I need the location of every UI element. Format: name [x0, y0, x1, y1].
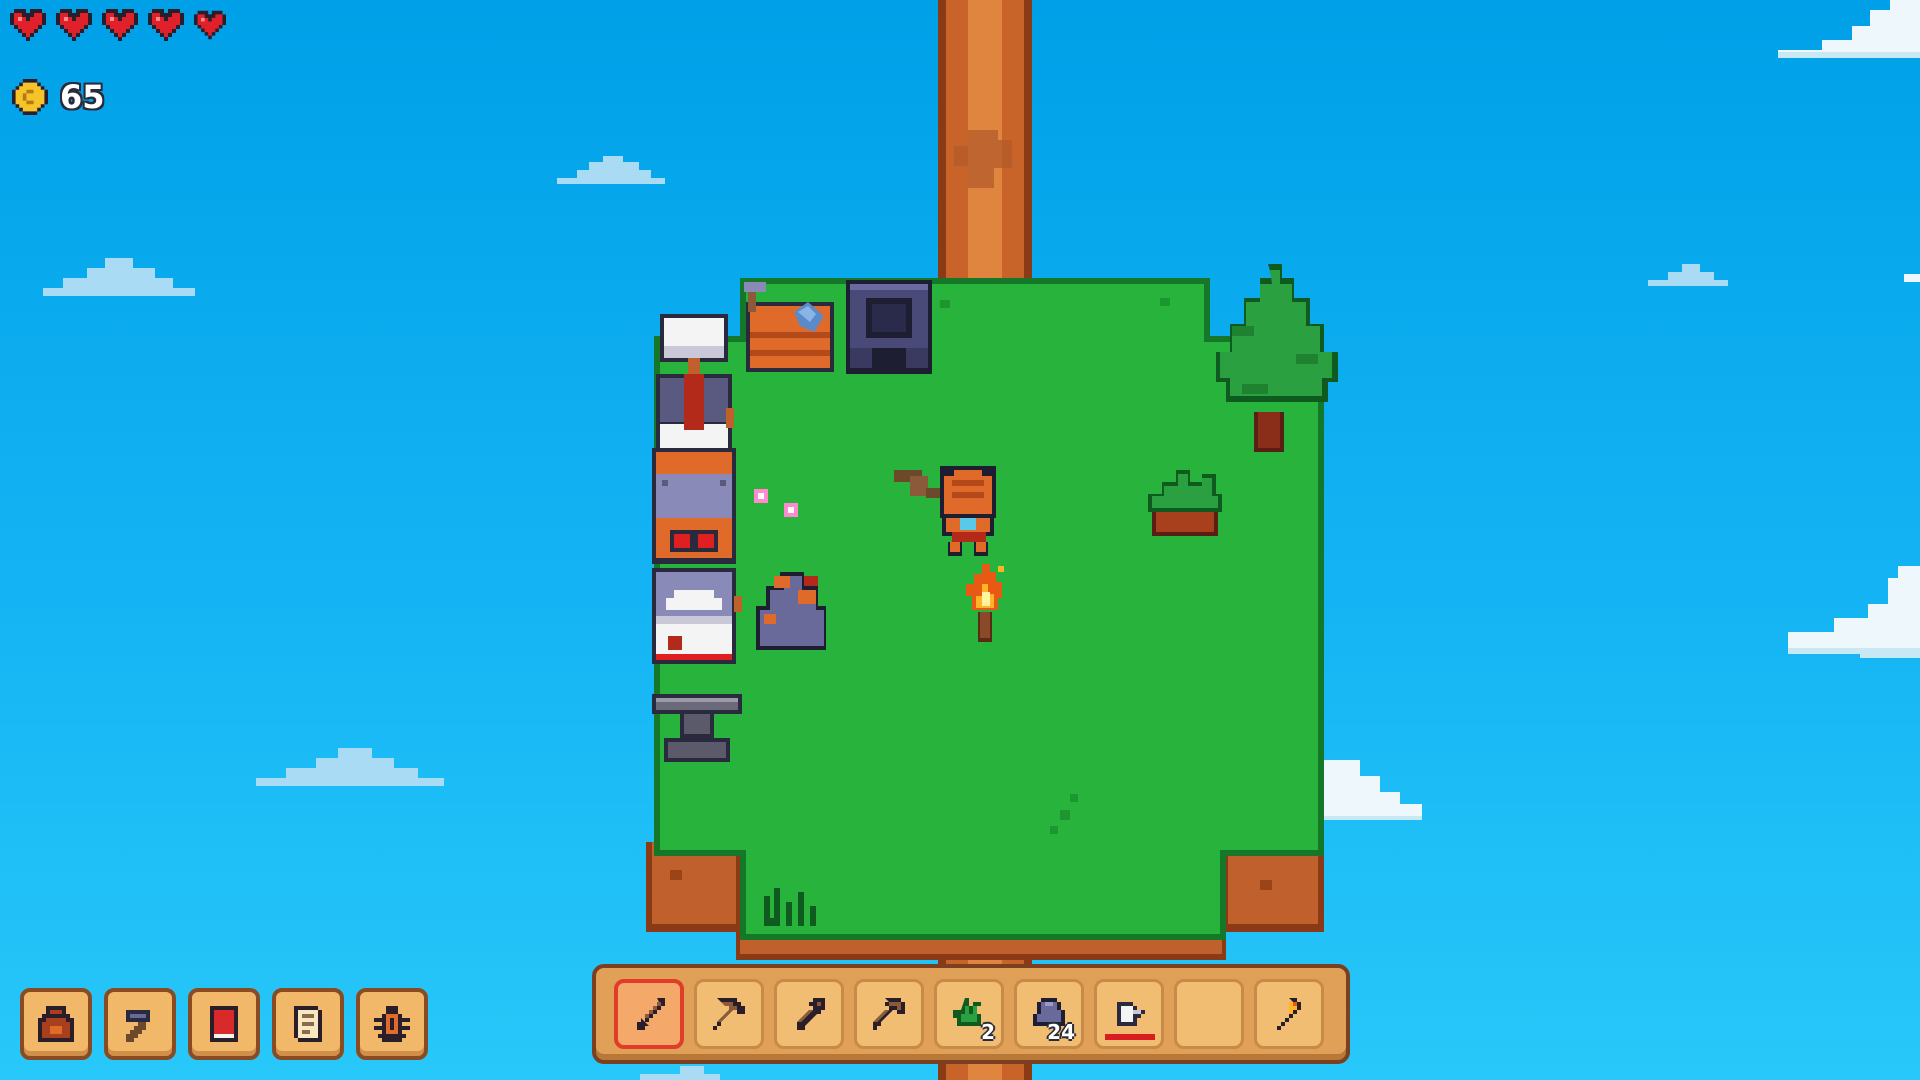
pine-tree[interactable] — [1212, 262, 1338, 454]
menu-bar — [20, 988, 428, 1060]
torch-icon — [1277, 998, 1301, 1030]
hammer-icon — [126, 1010, 150, 1042]
pickaxe-icon — [713, 998, 745, 1030]
heart-icon — [10, 9, 46, 41]
hotbar-slot-seeds[interactable]: 2 — [934, 979, 1004, 1049]
heart-icon — [148, 9, 184, 41]
furnace[interactable] — [648, 446, 740, 566]
cloud — [1904, 274, 1920, 282]
anvil[interactable] — [650, 690, 744, 766]
flowers — [754, 489, 798, 517]
cloud — [1318, 760, 1422, 820]
heart-icon — [194, 10, 226, 40]
health-bar — [10, 8, 226, 42]
hotbar-slot-pickaxe[interactable] — [694, 979, 764, 1049]
slot-count: 24 — [1047, 1020, 1075, 1044]
hotbar-slot-watering-can[interactable] — [1094, 979, 1164, 1049]
cloud — [234, 748, 444, 786]
cloud — [1648, 264, 1728, 286]
cloud — [25, 258, 195, 296]
hotbar-slot-axe[interactable] — [854, 979, 924, 1049]
coin-icon — [12, 79, 48, 115]
hotbar-slot-sword[interactable] — [614, 979, 684, 1049]
book-button[interactable] — [188, 988, 260, 1060]
axe-icon — [873, 998, 905, 1030]
grass-tuft — [764, 888, 816, 926]
hotbar-slot-empty[interactable] — [1174, 979, 1244, 1049]
giant-tree-trunk — [938, 0, 1032, 290]
backpack-icon — [38, 1006, 74, 1042]
iron-ore-rock[interactable] — [748, 566, 832, 656]
heart-icon — [102, 9, 138, 41]
shovel-icon — [797, 998, 825, 1030]
workbench[interactable] — [742, 282, 838, 374]
hotbar-slot-torch[interactable] — [1254, 979, 1324, 1049]
scroll-icon — [294, 1006, 322, 1042]
berry-bush[interactable] — [1144, 466, 1226, 538]
hotbar: 2 24 — [592, 964, 1350, 1064]
watering-can-icon — [1117, 1002, 1145, 1026]
slot-count: 2 — [981, 1020, 995, 1044]
inventory-button[interactable] — [20, 988, 92, 1060]
bug-report-button[interactable] — [356, 988, 428, 1060]
durability-bar — [1105, 1034, 1155, 1040]
hotbar-slot-stone[interactable]: 24 — [1014, 979, 1084, 1049]
cloud — [545, 156, 665, 184]
cooking-station[interactable] — [648, 566, 742, 666]
cloud — [1788, 566, 1920, 658]
sword-icon — [637, 998, 665, 1030]
heart-icon — [56, 9, 92, 41]
book-icon — [210, 1006, 238, 1042]
sewing-station[interactable] — [654, 312, 734, 452]
forge[interactable] — [842, 278, 936, 376]
bug-icon — [374, 1006, 410, 1042]
coin-count: 65 — [60, 78, 105, 116]
player-character — [894, 466, 996, 556]
cloud — [1778, 0, 1920, 58]
coin-counter: 65 — [12, 78, 105, 116]
quests-button[interactable] — [272, 988, 344, 1060]
build-button[interactable] — [104, 988, 176, 1060]
campfire[interactable] — [958, 562, 1012, 644]
hotbar-slot-shovel[interactable] — [774, 979, 844, 1049]
